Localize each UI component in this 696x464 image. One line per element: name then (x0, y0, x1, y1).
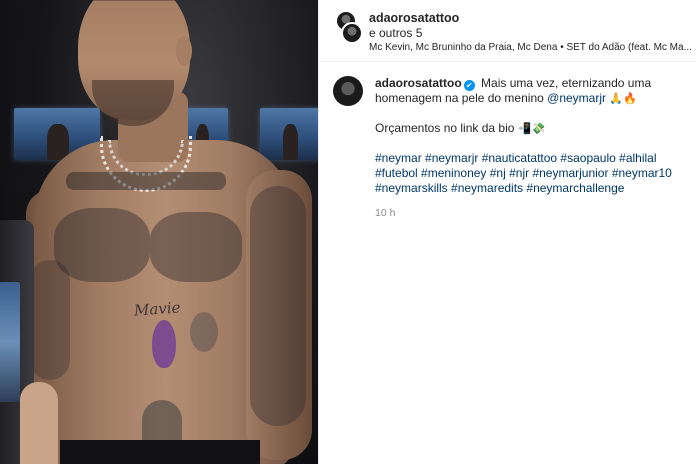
footprint-tattoo (152, 320, 176, 368)
hashtags[interactable]: #neymar #neymarjr #nauticatattoo #saopau… (375, 151, 683, 196)
avatar[interactable] (333, 76, 363, 106)
phone-screen (0, 282, 20, 402)
collaborators-link[interactable]: e outros 5 (369, 26, 422, 40)
header-username[interactable]: adaorosatattoo (369, 11, 459, 25)
post-sidebar: adaorosatattoo e outros 5 Mc Kevin, Mc B… (318, 0, 696, 464)
caption-first-paragraph: adaorosatattoo ✔ Mais uma vez, eternizand… (375, 76, 683, 107)
emoji: 🙏🔥 (609, 93, 637, 105)
emoji: 📲💸 (517, 123, 546, 135)
tv-screen (260, 108, 318, 160)
verified-badge-icon: ✔ (463, 80, 475, 91)
chest-script-tattoo (66, 172, 226, 190)
ear (176, 36, 192, 66)
finger (20, 382, 58, 464)
budget-text: Orçamentos no link da bio (375, 121, 515, 135)
budget-line: Orçamentos no link da bio 📲💸 (375, 121, 683, 137)
flower-tattoo (190, 312, 218, 352)
post-time[interactable]: 10 h (375, 206, 683, 221)
waistband (60, 440, 260, 464)
mention-link[interactable]: @neymarjr (547, 91, 606, 105)
arm-tattoo (30, 260, 70, 380)
sleeve-tattoo (250, 186, 306, 426)
post-photo[interactable]: Mavie (0, 0, 318, 464)
name-tattoo: Mavie (133, 298, 182, 320)
caption-body: adaorosatattoo ✔ Mais uma vez, eternizand… (375, 76, 683, 221)
avatar[interactable] (341, 22, 363, 44)
chest-tattoo-left (54, 208, 150, 282)
post-header: adaorosatattoo e outros 5 Mc Kevin, Mc B… (319, 0, 696, 62)
avatar-stack[interactable] (335, 10, 363, 44)
post-viewer: Mavie adaorosatattoo e outros 5 Mc Kevin… (0, 0, 696, 464)
caption: adaorosatattoo ✔ Mais uma vez, eternizand… (319, 62, 696, 221)
caption-username[interactable]: adaorosatattoo (375, 76, 462, 90)
audio-link[interactable]: Mc Kevin, Mc Bruninho da Praia, Mc Dena … (369, 42, 691, 53)
chest-tattoo-right (150, 212, 242, 282)
